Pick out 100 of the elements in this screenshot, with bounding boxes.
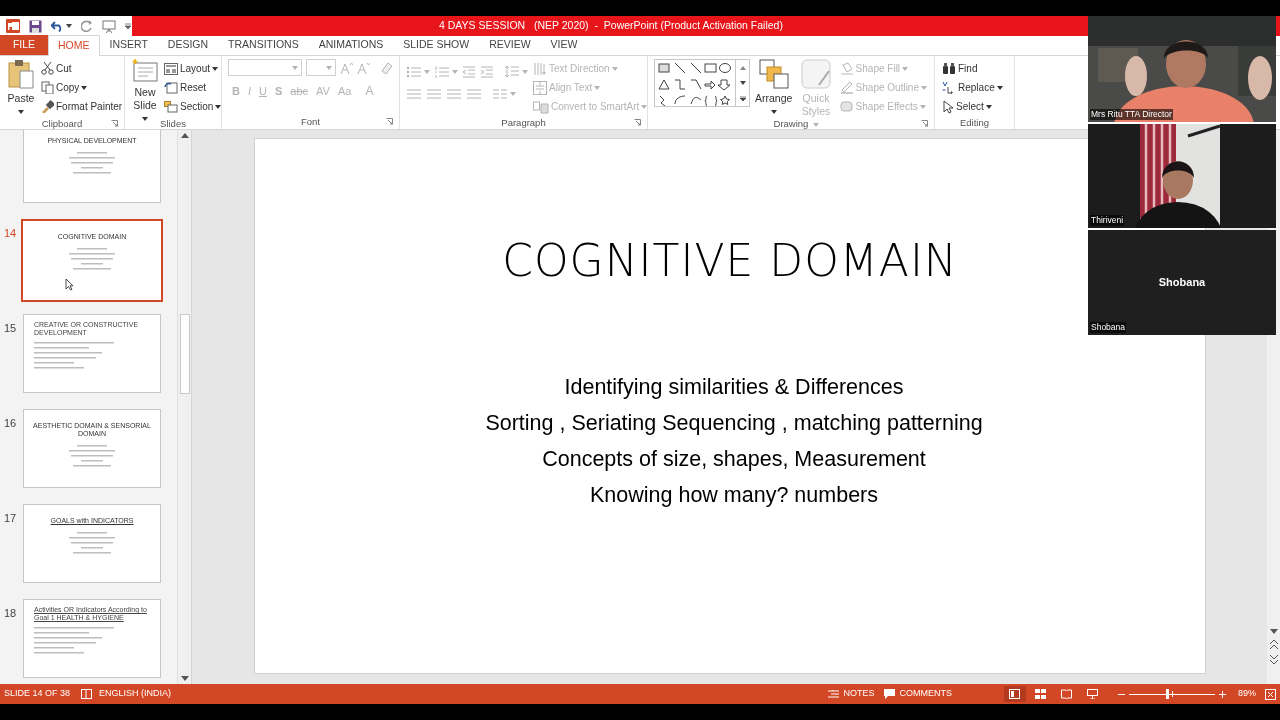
undo-icon xyxy=(51,20,64,32)
save-button[interactable] xyxy=(29,19,42,33)
justify-button[interactable] xyxy=(466,88,482,100)
caret-icon xyxy=(996,85,1003,90)
align-left-icon xyxy=(406,88,422,100)
ribbon-button[interactable]: Cut xyxy=(40,59,124,78)
center-button[interactable] xyxy=(426,88,442,100)
slide-number: 15 xyxy=(4,322,17,334)
video-tile[interactable]: Shobana Shobana xyxy=(1088,230,1276,335)
dialog-launcher-icon xyxy=(921,120,928,128)
slide-indicator[interactable]: SLIDE 14 OF 38 xyxy=(4,687,71,701)
ribbon-tab[interactable]: DESIGN xyxy=(157,35,219,55)
more-icon xyxy=(739,95,746,101)
dialog-launcher-icon xyxy=(634,119,641,127)
shapes-gallery[interactable] xyxy=(654,59,750,107)
scroll-thumb[interactable] xyxy=(179,314,190,394)
reset-icon xyxy=(164,81,178,94)
redo-button[interactable] xyxy=(81,20,93,32)
slide-text[interactable]: Identifying similarities & Differences xyxy=(564,369,904,405)
slider-thumb[interactable] xyxy=(1166,689,1170,699)
grow-font-button[interactable] xyxy=(340,61,353,74)
ribbon-tab[interactable]: SLIDE SHOW xyxy=(393,35,480,55)
slide-text[interactable]: Concepts of size, shapes, Measurement xyxy=(542,441,926,477)
caret-icon xyxy=(452,69,458,74)
numbering-button[interactable] xyxy=(434,65,458,78)
ribbon-tab[interactable]: HOME xyxy=(48,35,100,56)
ribbon-tab[interactable]: VIEW xyxy=(540,35,588,55)
spelling-icon xyxy=(81,689,93,699)
justify-icon xyxy=(466,88,482,100)
ribbon-tab[interactable]: INSERT xyxy=(99,35,158,55)
slide-sorter-icon xyxy=(1035,689,1047,699)
language-indicator[interactable]: ENGLISH (INDIA) xyxy=(99,687,172,701)
ribbon-button[interactable]: Format Painter xyxy=(40,97,124,116)
caret-icon xyxy=(594,85,601,90)
ribbon-button[interactable]: Replace xyxy=(941,78,1004,97)
slide-title[interactable]: COGNITIVE DOMAIN xyxy=(502,235,958,287)
caret-icon xyxy=(770,110,777,115)
ribbon-button[interactable]: New Slide xyxy=(131,59,159,117)
book-icon xyxy=(1061,689,1073,699)
undo-button[interactable] xyxy=(51,20,72,32)
caret-icon xyxy=(142,117,148,122)
align-left-button[interactable] xyxy=(406,88,422,100)
slideshow-button[interactable] xyxy=(102,19,116,33)
caret-icon xyxy=(66,24,72,28)
bullets-button[interactable] xyxy=(406,65,430,78)
caret-icon xyxy=(81,85,88,90)
save-icon xyxy=(29,19,42,33)
ribbon-button[interactable]: Section xyxy=(163,97,223,116)
fit-slide-icon xyxy=(1265,688,1276,700)
caret-icon xyxy=(641,104,648,109)
notes-button[interactable]: NOTES xyxy=(828,687,875,701)
ribbon-button[interactable]: Arrange xyxy=(754,59,794,117)
line-spacing-icon xyxy=(504,65,520,78)
ribbon-tab[interactable]: FILE xyxy=(0,35,48,55)
ribbon-button[interactable]: Paste xyxy=(6,59,36,117)
shrink-font-icon xyxy=(357,61,370,74)
slide-text[interactable]: Knowing how many? numbers xyxy=(590,477,878,513)
scrollbar[interactable] xyxy=(177,130,191,684)
slideshow-icon xyxy=(1087,689,1099,699)
ribbon-tab[interactable]: TRANSITIONS xyxy=(218,35,309,55)
line-spacing-button[interactable] xyxy=(504,65,528,78)
ribbon-tab[interactable]: REVIEW xyxy=(479,35,541,55)
font-size-field[interactable] xyxy=(305,59,336,76)
view-button[interactable] xyxy=(1004,686,1026,702)
binoculars-icon xyxy=(942,62,956,75)
align-right-button[interactable] xyxy=(446,88,462,100)
ribbon-button[interactable]: Reset xyxy=(163,78,223,97)
caret-icon xyxy=(215,104,222,109)
replace-icon xyxy=(942,81,956,94)
customize-toolbar-button[interactable] xyxy=(125,23,131,29)
caret-icon xyxy=(18,110,24,115)
video-tile[interactable]: Mrs Ritu TTA Director xyxy=(1088,16,1276,122)
ribbon-button[interactable]: Copy xyxy=(40,78,124,97)
ribbon-button[interactable]: Layout xyxy=(163,59,223,78)
mouse-pointer-icon xyxy=(65,278,74,291)
columns-button[interactable] xyxy=(492,88,516,100)
scissors-icon xyxy=(41,62,54,75)
zoom-level[interactable]: 89% xyxy=(1238,687,1256,701)
zoom-slider[interactable] xyxy=(1129,688,1215,700)
notes-icon xyxy=(828,689,840,699)
font-name-field[interactable] xyxy=(228,59,302,76)
slide-text[interactable]: Sorting , Seriating Sequencing , matching patterning xyxy=(485,405,983,441)
decrease-indent-button[interactable] xyxy=(462,65,476,78)
increase-indent-button[interactable] xyxy=(480,65,494,78)
ribbon-button[interactable]: Select xyxy=(941,97,1004,116)
layout-icon xyxy=(164,62,178,75)
caret-icon xyxy=(919,104,926,109)
ribbon-button[interactable]: Find xyxy=(941,59,1004,78)
comments-button[interactable]: COMMENTS xyxy=(884,687,952,701)
shrink-font-button[interactable] xyxy=(357,61,370,74)
window-title: 4 DAYS SESSION (NEP 2020) - PowerPoint (Product Activation Failed) xyxy=(439,18,783,34)
quick-styles-icon xyxy=(801,59,831,89)
eraser-icon xyxy=(380,61,393,74)
clear-formatting-button[interactable] xyxy=(380,61,393,74)
caret-icon xyxy=(611,66,618,71)
zoom-in-icon xyxy=(1219,690,1226,698)
paint-bucket-icon xyxy=(839,62,854,75)
previous-slide-icon xyxy=(1269,640,1278,649)
arrange-icon xyxy=(758,59,789,89)
ribbon-tab[interactable]: ANIMATIONS xyxy=(308,35,394,55)
